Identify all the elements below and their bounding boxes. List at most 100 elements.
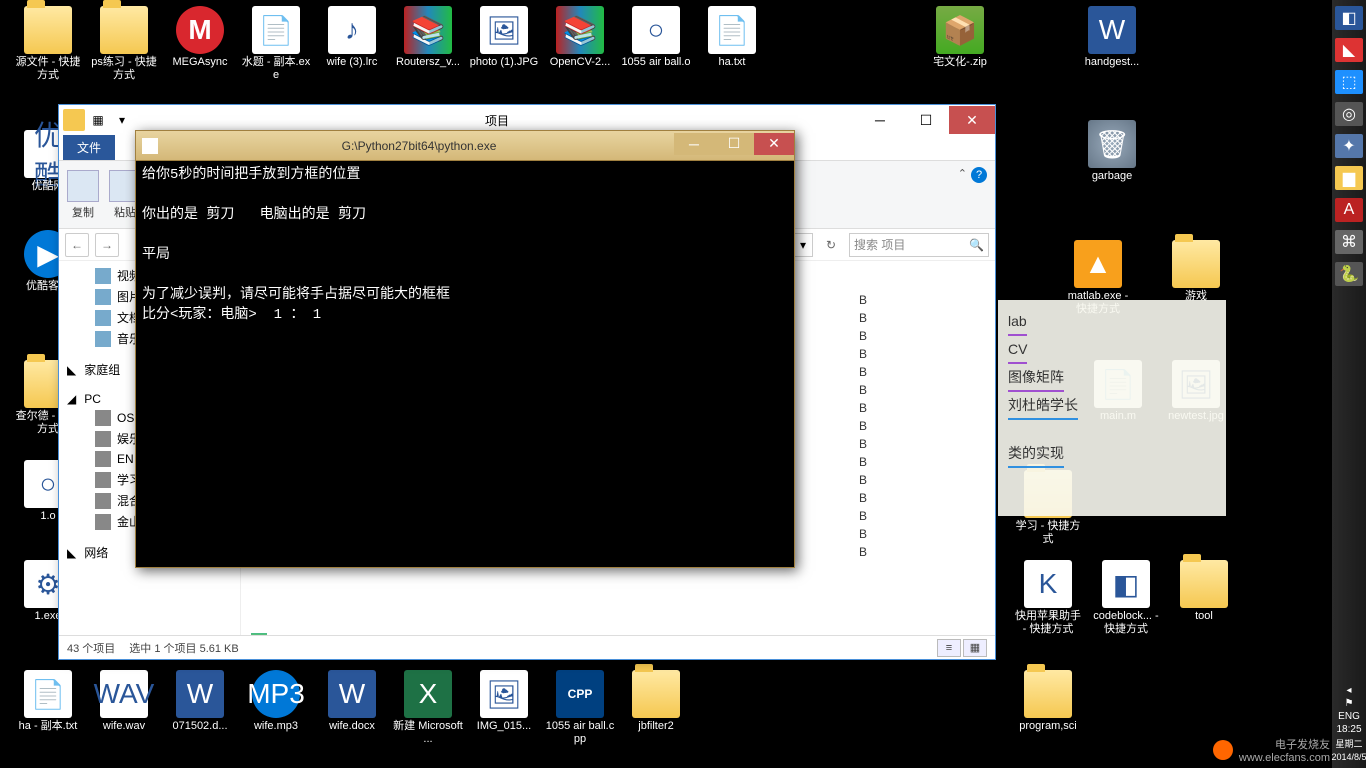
- tb-python[interactable]: 🐍: [1335, 262, 1363, 286]
- size-cell-fragment: B: [859, 437, 899, 455]
- desktop-icon[interactable]: ps练习 - 快捷方式: [86, 6, 162, 82]
- view-details[interactable]: ≡: [937, 639, 961, 657]
- tb-explorer[interactable]: ▆: [1335, 166, 1363, 190]
- system-tray[interactable]: ◂ ⚑ ENG 18:25 星期二 2014/8/5: [1331, 683, 1366, 768]
- tb-pdf[interactable]: A: [1335, 198, 1363, 222]
- tray-arrow[interactable]: ◂: [1331, 685, 1366, 696]
- desktop-icon[interactable]: W071502.d...: [162, 670, 238, 733]
- nav-forward[interactable]: →: [95, 233, 119, 257]
- file-icon: 🖼: [480, 670, 528, 718]
- close-button[interactable]: ✕: [949, 106, 995, 134]
- desktop-icon[interactable]: ◧codeblock... - 快捷方式: [1088, 560, 1164, 636]
- console-minimize[interactable]: ─: [674, 133, 714, 155]
- desktop-icon[interactable]: jbfilter2: [618, 670, 694, 733]
- help-button[interactable]: ?: [971, 167, 987, 183]
- file-icon: ▲: [1074, 240, 1122, 288]
- drive-icon: [95, 410, 111, 426]
- nav-back[interactable]: ←: [65, 233, 89, 257]
- console-close[interactable]: ✕: [754, 133, 794, 155]
- console-body[interactable]: 给你5秒的时间把手放到方框的位置 你出的是 剪刀 电脑出的是 剪刀 平局 为了减…: [136, 161, 794, 329]
- file-icon: [1180, 560, 1228, 608]
- table-row[interactable]: opencv2 laplase.py2014/7/29 13:53Python …: [241, 631, 995, 635]
- desktop-icon[interactable]: 📦宅文化-.zip: [922, 6, 998, 69]
- tb-chrome[interactable]: ◎: [1335, 102, 1363, 126]
- desktop-icon[interactable]: X新建 Microsoft ...: [390, 670, 466, 746]
- desktop-icon[interactable]: 📚OpenCV-2...: [542, 6, 618, 69]
- desktop-icon[interactable]: 📄ha - 副本.txt: [10, 670, 86, 733]
- tray-icon[interactable]: ⚑: [1331, 698, 1366, 709]
- desktop-icon[interactable]: 源文件 - 快捷方式: [10, 6, 86, 82]
- desktop-icon[interactable]: 📄水题 - 副本.exe: [238, 6, 314, 82]
- desktop-icon[interactable]: 游戏: [1158, 240, 1234, 303]
- icon-label: 学习 - 快捷方式: [1010, 520, 1086, 546]
- clock-date: 2014/8/5: [1331, 752, 1366, 762]
- library-icon: [95, 268, 111, 284]
- note-line: lab: [1008, 308, 1027, 336]
- icon-label: wife.mp3: [238, 720, 314, 733]
- console-maximize[interactable]: ☐: [714, 133, 754, 155]
- desktop-icon[interactable]: MMEGAsync: [162, 6, 238, 69]
- desktop-icon[interactable]: Whandgest...: [1074, 6, 1150, 69]
- desktop-icon[interactable]: K快用苹果助手 - 快捷方式: [1010, 560, 1086, 636]
- view-large[interactable]: ▦: [963, 639, 987, 657]
- minimize-button[interactable]: ─: [857, 106, 903, 134]
- file-icon: 📄: [252, 6, 300, 54]
- note-line: 类的实现: [1008, 440, 1064, 468]
- file-icon: K: [1024, 560, 1072, 608]
- desktop-icon[interactable]: tool: [1166, 560, 1242, 623]
- ql-properties[interactable]: ▦: [87, 109, 109, 131]
- console-titlebar[interactable]: G:\Python27bit64\python.exe ─ ☐ ✕: [136, 131, 794, 161]
- desktop-icon[interactable]: WAVwife.wav: [86, 670, 162, 733]
- clock-day: 星期二: [1331, 737, 1366, 750]
- icon-label: photo (1).JPG: [466, 56, 542, 69]
- desktop-icon[interactable]: Wwife.docx: [314, 670, 390, 733]
- desktop-icon[interactable]: 📄ha.txt: [694, 6, 770, 69]
- library-icon: [95, 310, 111, 326]
- desktop-icon[interactable]: program,sci: [1010, 670, 1086, 733]
- desktop-icon[interactable]: MP3wife.mp3: [238, 670, 314, 733]
- maximize-button[interactable]: ☐: [903, 106, 949, 134]
- icon-label: 新建 Microsoft ...: [390, 720, 466, 746]
- drive-icon: [95, 514, 111, 530]
- ql-newfolder[interactable]: ▾: [111, 109, 133, 131]
- drive-icon: [95, 493, 111, 509]
- drive-icon: [95, 431, 111, 447]
- desktop-icon[interactable]: CPP1055 air ball.cpp: [542, 670, 618, 746]
- ribbon-copy[interactable]: 复制: [67, 170, 99, 220]
- file-icon: 📄: [24, 670, 72, 718]
- ribbon-collapse[interactable]: ⌃: [958, 167, 967, 180]
- desktop-icon[interactable]: 🖼 IMG_015...: [466, 670, 542, 733]
- search-input[interactable]: 搜索 项目🔍: [849, 233, 989, 257]
- size-cell-fragment: B: [859, 419, 899, 437]
- icon-label: IMG_015...: [466, 720, 542, 733]
- tb-app2[interactable]: ◣: [1335, 38, 1363, 62]
- file-tab[interactable]: 文件: [63, 135, 115, 160]
- tb-app5[interactable]: ✦: [1335, 134, 1363, 158]
- sticky-note[interactable]: lab CV 图像矩阵 刘杜皓学长 类的实现: [998, 300, 1226, 516]
- file-icon: [1172, 240, 1220, 288]
- desktop-icon[interactable]: 🗑garbage: [1074, 120, 1150, 183]
- desktop-icon[interactable]: 🖼photo (1).JPG: [466, 6, 542, 69]
- search-icon: 🔍: [969, 238, 984, 252]
- desktop-icon[interactable]: ♪wife (3).lrc: [314, 6, 390, 69]
- lang-indicator[interactable]: ENG: [1331, 711, 1366, 722]
- icon-label: tool: [1166, 610, 1242, 623]
- icon-label: ha.txt: [694, 56, 770, 69]
- desktop-icon[interactable]: ○1055 air ball.o: [618, 6, 694, 69]
- icon-label: 快用苹果助手 - 快捷方式: [1010, 610, 1086, 636]
- clock-time[interactable]: 18:25: [1331, 724, 1366, 735]
- icon-label: 1055 air ball.cpp: [542, 720, 618, 746]
- icon-label: OpenCV-2...: [542, 56, 618, 69]
- watermark: 电子发烧友 www.elecfans.com: [1213, 736, 1330, 764]
- file-icon: 📦: [936, 6, 984, 54]
- tb-app7[interactable]: ⌘: [1335, 230, 1363, 254]
- status-count: 43 个项目: [67, 640, 115, 656]
- file-icon: ◧: [1102, 560, 1150, 608]
- refresh-button[interactable]: ↻: [819, 233, 843, 257]
- icon-label: 源文件 - 快捷方式: [10, 56, 86, 82]
- icon-label: ps练习 - 快捷方式: [86, 56, 162, 82]
- tb-app1[interactable]: ◧: [1335, 6, 1363, 30]
- tb-app3[interactable]: ⬚: [1335, 70, 1363, 94]
- desktop-icon[interactable]: 📚Routersz_v...: [390, 6, 466, 69]
- icon-label: 水题 - 副本.exe: [238, 56, 314, 82]
